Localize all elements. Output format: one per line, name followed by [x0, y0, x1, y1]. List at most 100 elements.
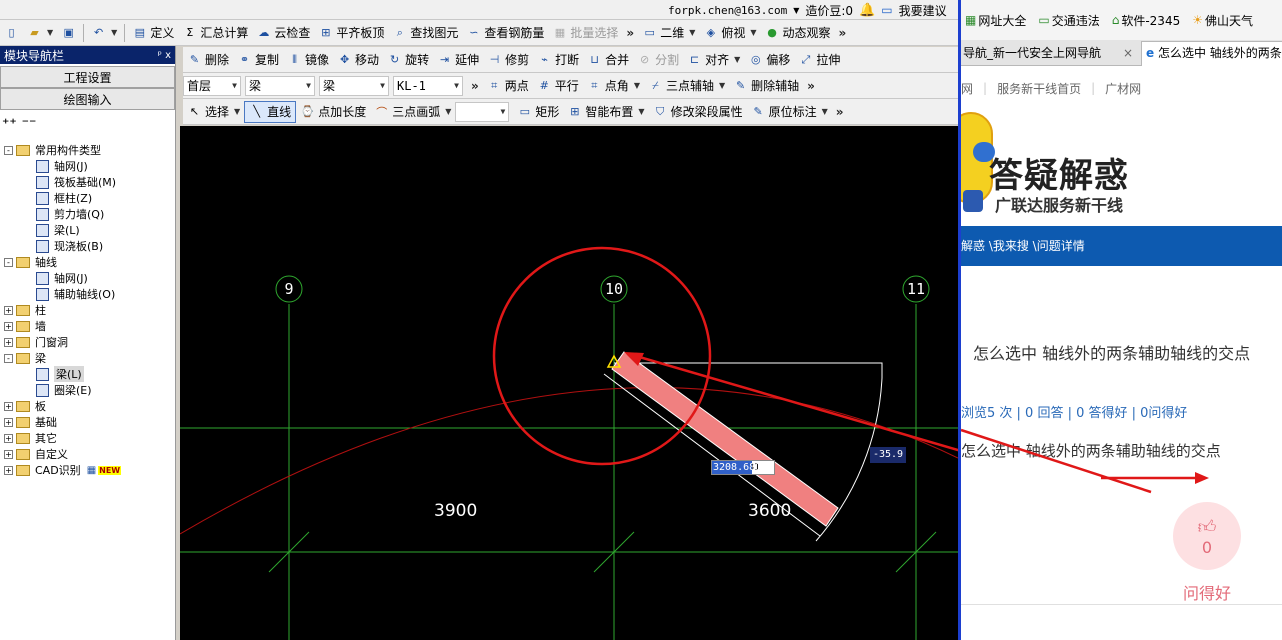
batch-select-button[interactable]: ▦ 批量选择 — [548, 22, 622, 44]
toolbar-overflow[interactable]: » — [467, 79, 483, 93]
expand-icon[interactable]: + — [4, 337, 13, 347]
dynamic-observe-button[interactable]: ● 动态观察 — [761, 22, 835, 44]
in-place-label-button[interactable]: ✎ 原位标注 ▼ — [747, 101, 832, 123]
bookmark-item[interactable]: ▭ 交通违法 — [1038, 12, 1099, 29]
tree-folder[interactable]: + 柱 — [0, 302, 176, 318]
expand-icon[interactable]: + — [4, 401, 13, 411]
view-rebar-button[interactable]: ∽ 查看钢筋量 — [462, 22, 548, 44]
line-tool[interactable]: ╲ 直线 — [244, 100, 297, 123]
tree-folder[interactable]: + 墙 — [0, 318, 176, 334]
tree-item[interactable]: 梁(L) — [0, 222, 176, 238]
collapse-icon[interactable]: - — [4, 145, 13, 155]
expand-icon[interactable]: + — [4, 449, 13, 459]
project-settings-button[interactable]: 工程设置 — [0, 66, 175, 88]
bookmark-item[interactable]: ☀ 佛山天气 — [1192, 12, 1253, 29]
merge-button[interactable]: ⊔ 合并 — [583, 49, 633, 71]
bookmark-item[interactable]: ⌂ 软件-2345 — [1112, 12, 1181, 29]
toolbar-overflow[interactable]: » — [803, 79, 819, 93]
tree-folder[interactable]: -梁 — [0, 350, 176, 366]
collapse-icon[interactable]: - — [4, 353, 13, 363]
three-point-axis-button[interactable]: ⌿ 三点辅轴 ▼ — [644, 75, 729, 97]
bookmark-item[interactable]: ▦ 网址大全 — [965, 12, 1026, 29]
floor-select[interactable]: 首层 ▼ — [183, 75, 241, 96]
tree-folder[interactable]: + 自定义 — [0, 446, 176, 462]
tree-item[interactable]: 轴网(J) — [0, 158, 176, 174]
expand-icon[interactable]: + — [4, 321, 13, 331]
pin-icon[interactable]: ᵖ x — [158, 50, 171, 61]
tree-folder[interactable]: - 轴线 — [0, 254, 176, 270]
expand-icon[interactable]: + — [4, 417, 13, 427]
tab-close-icon[interactable]: × — [1123, 42, 1133, 64]
tree-folder[interactable]: + 板 — [0, 398, 176, 414]
2d-view-button[interactable]: ▭ 二维 ▼ — [638, 22, 699, 44]
offset-button[interactable]: ◎ 偏移 — [744, 49, 794, 71]
feedback-button[interactable]: 我要建议 — [899, 2, 947, 19]
breadcrumb[interactable]: 解惑 \我来搜 \问题详情 — [961, 226, 1282, 266]
break-button[interactable]: ⌁ 打断 — [533, 49, 583, 71]
two-point-button[interactable]: ⌗ 两点 — [483, 75, 533, 97]
tree-folder[interactable]: + 其它 — [0, 430, 176, 446]
tab-active[interactable]: e 怎么选中 轴线外的两条辅助轴线的交点 — [1141, 41, 1282, 66]
top-view-button[interactable]: ◈ 俯视 ▼ — [699, 22, 760, 44]
smart-layout-button[interactable]: ⊞ 智能布置 ▼ — [563, 101, 648, 123]
drawing-canvas[interactable]: 9 10 11 3900 3600 3208.681 3208.681 -35.… — [180, 126, 958, 640]
toolbar-overflow[interactable]: » — [832, 105, 848, 119]
delete-axis-button[interactable]: ✎ 删除辅轴 — [729, 75, 803, 97]
expand-all-icon[interactable]: ⁺⁺ ⁻⁻ — [2, 116, 36, 132]
tree-item[interactable]: 辅助轴线(O) — [0, 286, 176, 302]
type-select-2[interactable]: 梁 ▼ — [319, 75, 389, 96]
copy-button[interactable]: ⚭ 复制 — [233, 49, 283, 71]
find-element-button[interactable]: ⌕ 查找图元 — [388, 22, 462, 44]
site-link[interactable]: 网 — [961, 80, 973, 97]
point-length-tool[interactable]: ⌚ 点加长度 — [296, 101, 370, 123]
user-email[interactable]: forpk.chen@163.com — [668, 4, 787, 17]
tree-item[interactable]: 框柱(Z) — [0, 190, 176, 206]
select-tool[interactable]: ↖ 选择 ▼ — [183, 101, 244, 123]
chevron-down-icon[interactable]: ▼ — [793, 6, 799, 15]
three-point-arc-tool[interactable]: ⌒ 三点画弧 ▼ — [370, 101, 455, 123]
save-icon[interactable]: ▣ — [57, 22, 80, 44]
site-link[interactable]: 服务新干线首页 — [997, 80, 1081, 97]
expand-icon[interactable]: + — [4, 465, 13, 475]
toolbar-overflow[interactable]: » — [835, 26, 851, 40]
tree-item[interactable]: 剪力墙(Q) — [0, 206, 176, 222]
undo-icon[interactable]: ↶ ▼ — [87, 22, 121, 44]
angle-input[interactable]: -35.9 — [870, 447, 906, 463]
delete-button[interactable]: ✎ 删除 — [183, 49, 233, 71]
new-file-icon[interactable]: ▯ — [0, 22, 23, 44]
align-button[interactable]: ⊏ 对齐 ▼ — [683, 49, 744, 71]
drawing-input-button[interactable]: 绘图输入 — [0, 88, 175, 110]
mirror-button[interactable]: ⫴ 镜像 — [283, 49, 333, 71]
calculate-button[interactable]: Σ 汇总计算 — [178, 22, 252, 44]
parallel-button[interactable]: # 平行 — [533, 75, 583, 97]
rectangle-tool[interactable]: ▭ 矩形 — [513, 101, 563, 123]
modify-beam-button[interactable]: ⛉ 修改梁段属性 — [649, 101, 747, 123]
split-button[interactable]: ⊘ 分割 — [633, 49, 683, 71]
expand-icon[interactable]: + — [4, 305, 13, 315]
element-select[interactable]: KL-1 ▼ — [393, 75, 463, 96]
collapse-icon[interactable]: - — [4, 257, 13, 267]
tree-folder[interactable]: + 门窗洞 — [0, 334, 176, 350]
cloud-check-button[interactable]: ☁ 云检查 — [252, 22, 314, 44]
type-select-1[interactable]: 梁 ▼ — [245, 75, 315, 96]
tree-item[interactable]: 轴网(J) — [0, 270, 176, 286]
draw-option-select[interactable]: ▼ — [455, 101, 510, 122]
bell-icon[interactable]: 🔔 — [859, 3, 875, 18]
rotate-button[interactable]: ↻ 旋转 — [383, 49, 433, 71]
tree-item[interactable]: 圈梁(E) — [0, 382, 176, 398]
tree-folder[interactable]: - 常用构件类型 — [0, 142, 176, 158]
site-link[interactable]: 广材网 — [1105, 80, 1141, 97]
expand-icon[interactable]: + — [4, 433, 13, 443]
move-button[interactable]: ✥ 移动 — [333, 49, 383, 71]
open-folder-icon[interactable]: ▰ ▼ — [23, 22, 57, 44]
tree-item[interactable]: 筏板基础(M) — [0, 174, 176, 190]
trim-button[interactable]: ⊣ 修剪 — [483, 49, 533, 71]
tree-folder[interactable]: + 基础 — [0, 414, 176, 430]
tree-item[interactable]: 梁(L) — [0, 366, 176, 382]
tab-inactive[interactable]: 导航_新一代安全上网导航 × — [961, 42, 1139, 66]
tree-folder[interactable]: + CAD识别 ▦ NEW — [0, 462, 176, 478]
define-button[interactable]: ▤ 定义 — [128, 22, 178, 44]
stretch-button[interactable]: ⤢ 拉伸 — [794, 49, 844, 71]
align-slab-top-button[interactable]: ⊞ 平齐板顶 — [314, 22, 388, 44]
extend-button[interactable]: ⇥ 延伸 — [433, 49, 483, 71]
